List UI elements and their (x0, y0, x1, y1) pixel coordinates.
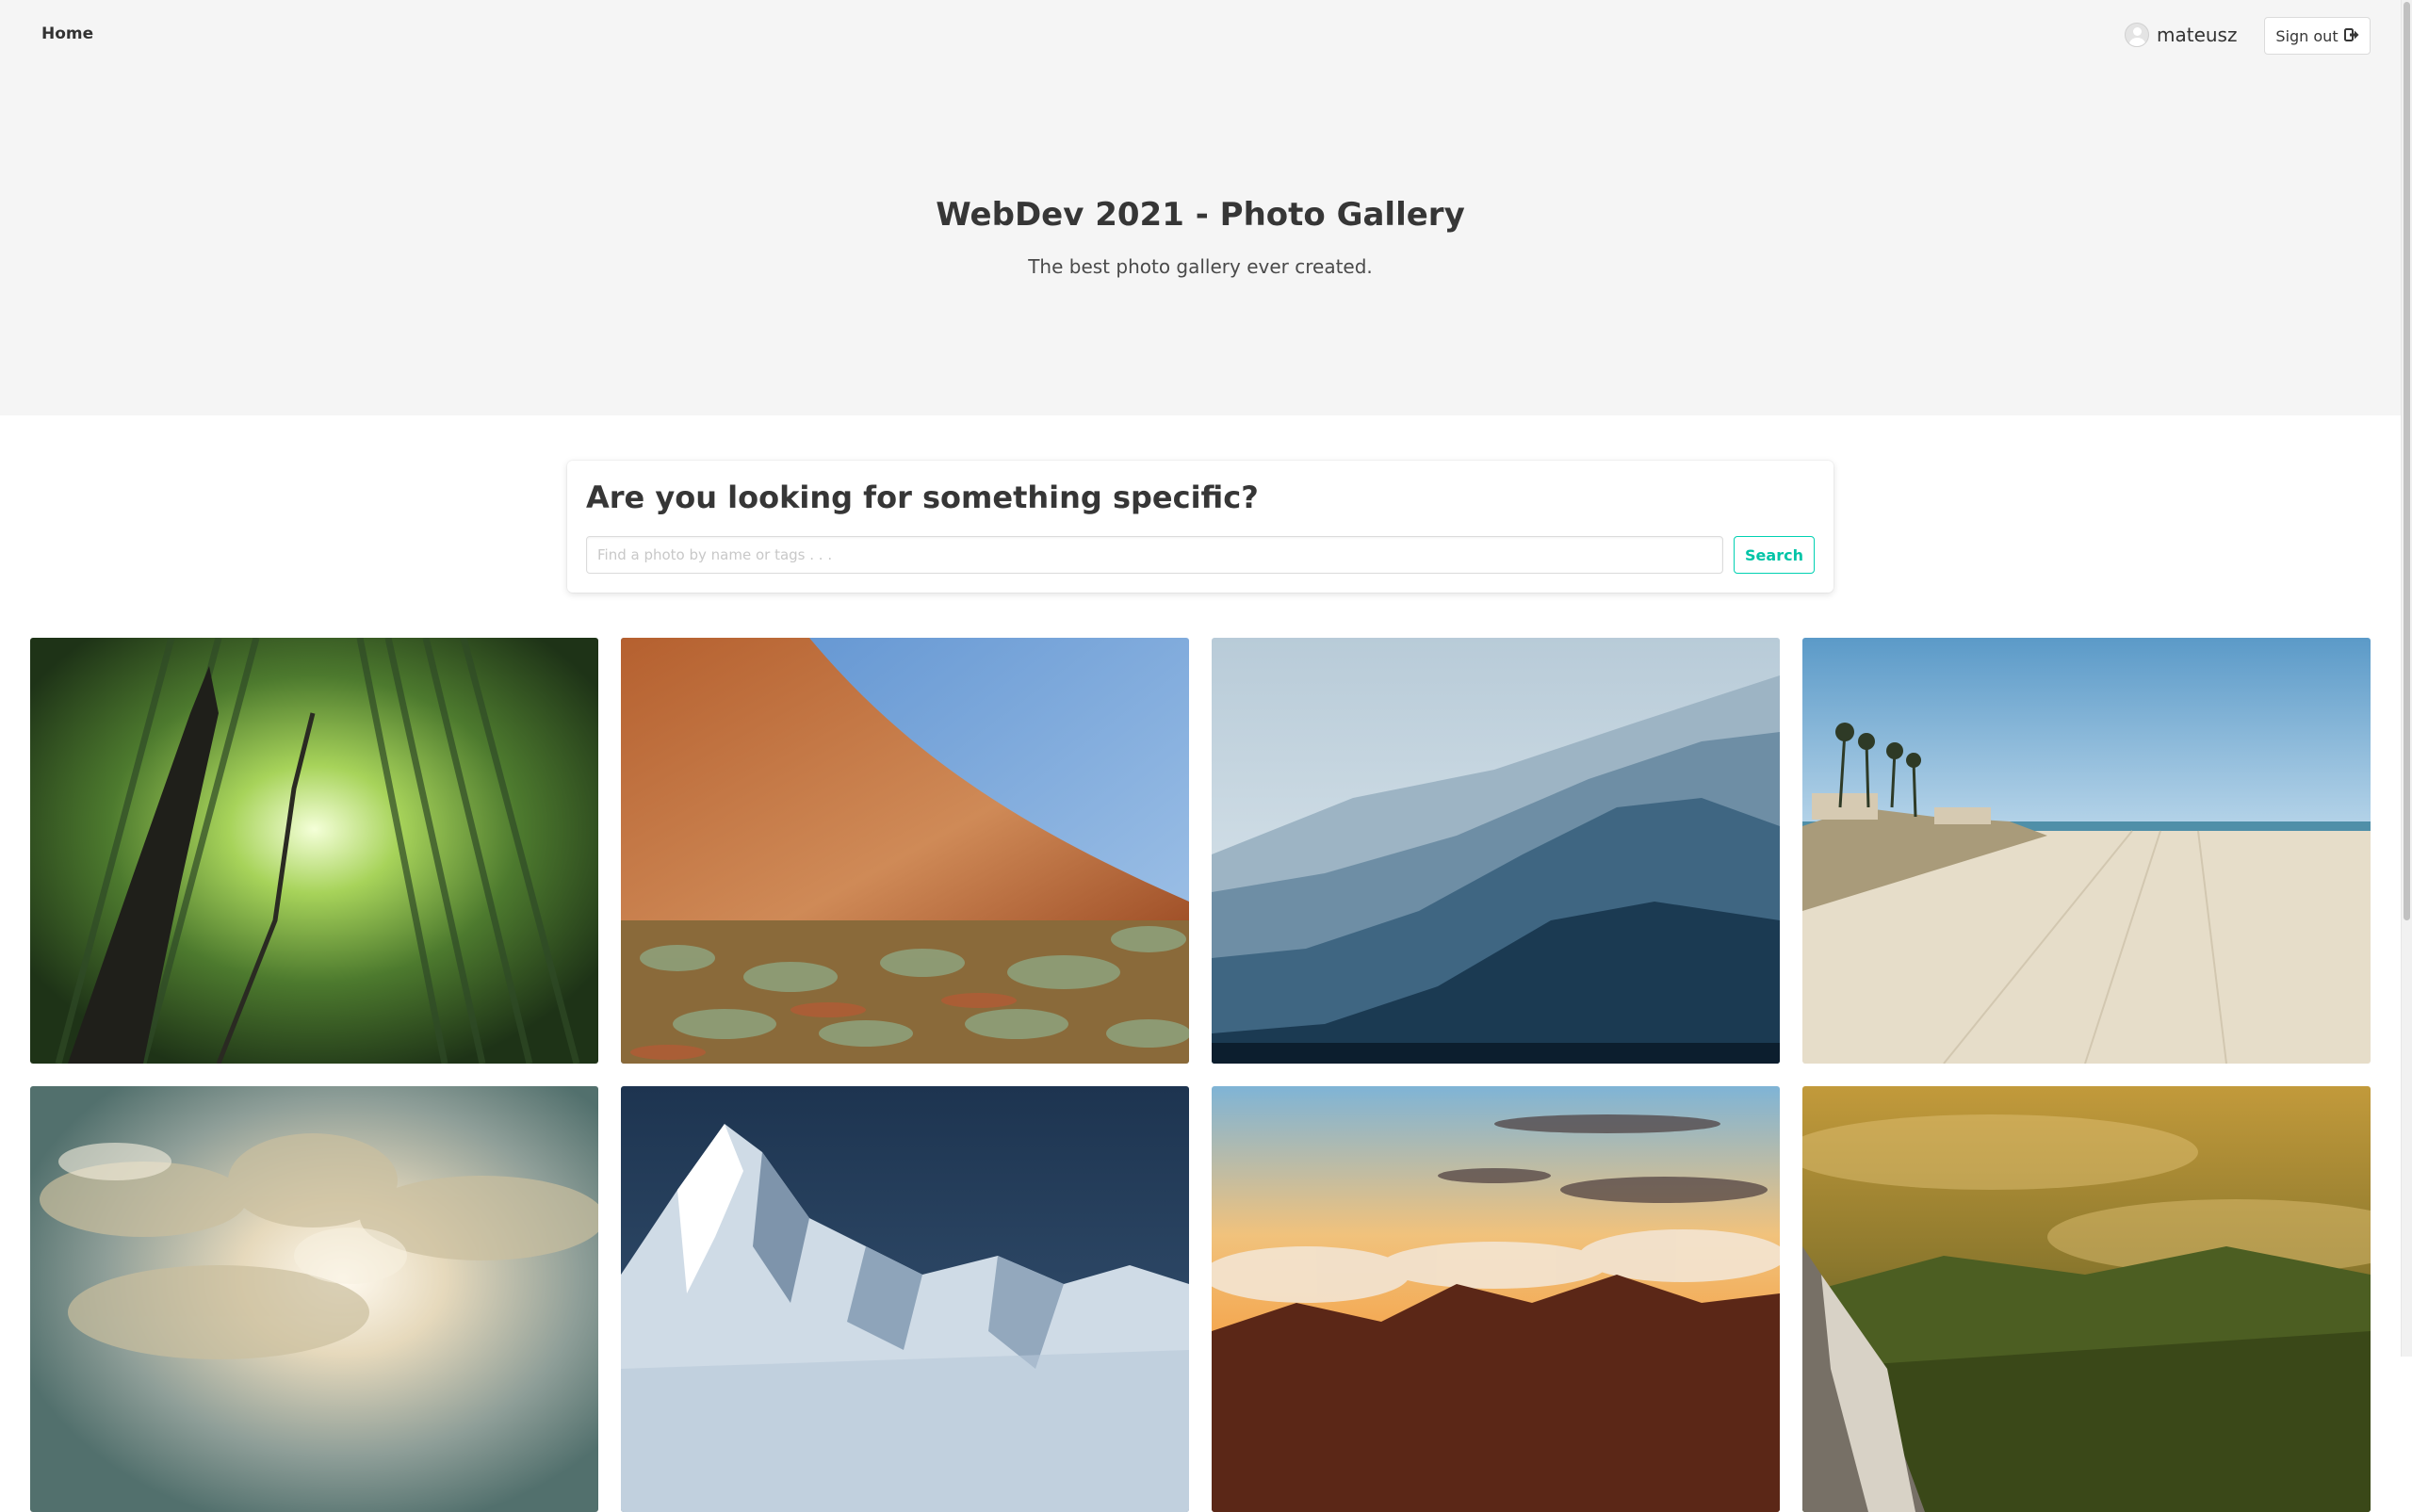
nav-home-link[interactable]: Home (41, 24, 93, 43)
gallery-photo-forest-valley[interactable] (1802, 1086, 2371, 1512)
page-title: WebDev 2021 - Photo Gallery (936, 196, 1465, 234)
page-scrollbar[interactable] (2401, 0, 2412, 1357)
hero-section: Home mateusz Sign out WebDev 2021 - Phot… (0, 0, 2401, 415)
gallery-photo-sunlit-clouds[interactable] (30, 1086, 598, 1512)
gallery-photo-bamboo-forest[interactable] (30, 638, 598, 1064)
sign-out-label: Sign out (2275, 26, 2339, 45)
user-menu[interactable]: mateusz (2125, 23, 2237, 47)
page-subtitle: The best photo gallery ever created. (1028, 255, 1373, 278)
gallery-photo-misty-mountains[interactable] (1212, 638, 1780, 1064)
avatar-icon (2125, 23, 2149, 47)
gallery-photo-desert-rock[interactable] (621, 638, 1189, 1064)
gallery-photo-sunset-clouds[interactable] (1212, 1086, 1780, 1512)
username-label: mateusz (2157, 24, 2238, 46)
search-input[interactable] (586, 536, 1723, 574)
scrollbar-thumb[interactable] (2404, 2, 2410, 920)
search-button[interactable]: Search (1734, 536, 1815, 574)
sign-out-button[interactable]: Sign out (2264, 17, 2371, 55)
gallery-photo-sandy-beach[interactable] (1802, 638, 2371, 1064)
gallery-photo-snowy-peaks[interactable] (621, 1086, 1189, 1512)
search-heading: Are you looking for something specific? (586, 480, 1259, 515)
sign-out-icon (2343, 27, 2359, 44)
search-panel: Are you looking for something specific? … (567, 461, 1833, 593)
